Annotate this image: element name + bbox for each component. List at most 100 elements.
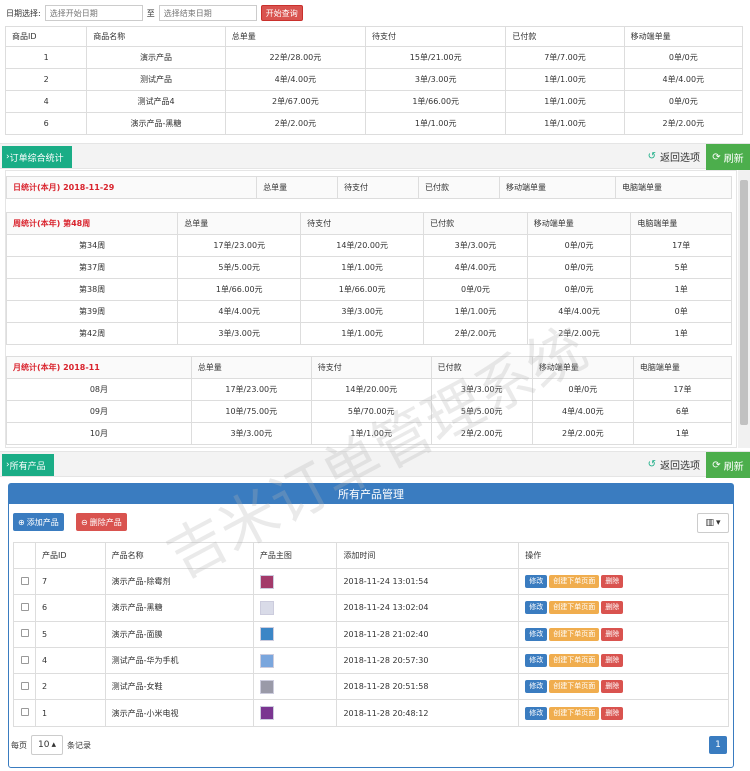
header-checkbox-cell [13, 542, 36, 569]
return-options-link-2[interactable]: ↺ 返回选项 [648, 457, 700, 472]
row-checkbox[interactable] [20, 629, 29, 638]
table-cell: 1单/66.00元 [300, 278, 425, 301]
column-header: 已付款 [423, 212, 528, 235]
product-image-cell [252, 699, 338, 727]
row-checkbox[interactable] [20, 602, 29, 611]
table-row: 6 演示产品-黑糖 2单/2.00元 1单/1.00元 1单/1.00元 2单/2.00元 [4, 112, 744, 135]
plus-icon: ⊕ [18, 517, 25, 527]
tab-order-stats-label: 订单综合统计 [9, 153, 64, 164]
table-cell: 0单/0元 [526, 256, 632, 279]
table-cell: 3单/3.00元 [423, 234, 528, 257]
query-button[interactable]: 开始查询 [260, 5, 303, 21]
tab-all-products[interactable]: › 所有产品 [2, 454, 54, 476]
table-cell: 演示产品 [86, 46, 226, 69]
actions-cell: 修改 创建下单页面 删除 [518, 594, 729, 622]
table-cell: 2单/2.00元 [423, 322, 528, 345]
caret-down-icon: ▾ [715, 518, 721, 528]
edit-button[interactable]: 修改 [525, 601, 548, 615]
end-date-input[interactable] [158, 5, 257, 21]
product-thumbnail[interactable] [259, 627, 274, 642]
product-added-time: 2018-11-28 20:48:12 [336, 699, 520, 727]
product-id: 4 [35, 646, 106, 675]
edit-button[interactable]: 修改 [525, 680, 548, 694]
delete-button[interactable]: 删除 [601, 627, 624, 641]
column-header: 添加时间 [336, 542, 520, 569]
period-title: 周统计(本年) 第48周 [5, 212, 179, 235]
page-number-button[interactable]: 1 [709, 736, 727, 754]
table-cell: 6单 [632, 400, 733, 423]
create-order-page-button[interactable]: 创建下单页面 [549, 627, 600, 641]
row-checkbox[interactable] [20, 655, 29, 664]
refresh-button[interactable]: ⟳ 刷新 [706, 144, 750, 170]
products-table: 产品ID 产品名称 产品主图 添加时间 操作 7 演示产品-除霉剂 2018-11-24 1… [13, 542, 729, 727]
table-row: 10月 3单/3.00元 1单/1.00元 2单/2.00元 2单/2.00元 1单 [6, 422, 733, 445]
delete-button[interactable]: 删除 [601, 575, 624, 589]
product-thumbnail[interactable] [259, 600, 274, 615]
date-separator: 至 [146, 8, 155, 18]
create-order-page-button[interactable]: 创建下单页面 [549, 654, 600, 668]
column-header: 待支付 [300, 212, 425, 235]
actions-cell: 修改 创建下单页面 删除 [518, 673, 729, 701]
add-product-label: 添加产品 [26, 517, 59, 527]
product-name: 演示产品-黑糖 [104, 594, 254, 622]
return-label: 返回选项 [660, 461, 700, 472]
table-cell: 1单 [630, 322, 732, 345]
table-row: 5 演示产品-面膜 2018-11-28 21:02:40 修改 创建下单页面 删除 [13, 620, 729, 648]
create-order-page-button[interactable]: 创建下单页面 [549, 706, 600, 720]
table-cell: 测试产品4 [86, 90, 226, 113]
product-id: 1 [35, 699, 106, 727]
edit-button[interactable]: 修改 [525, 654, 548, 668]
return-options-link[interactable]: ↺ 返回选项 [648, 149, 700, 164]
product-image-cell [252, 646, 338, 675]
page-size-select[interactable]: 10 ▴ [31, 735, 63, 755]
delete-button[interactable]: 删除 [601, 654, 624, 668]
columns-toggle-button[interactable]: ▥ ▾ [697, 513, 729, 533]
table-cell: 22单/28.00元 [224, 46, 367, 69]
product-added-time: 2018-11-24 13:01:54 [336, 567, 520, 596]
start-date-input[interactable] [44, 5, 143, 21]
table-cell: 2单/67.00元 [224, 90, 367, 113]
table-cell: 0单/0元 [623, 46, 744, 69]
actions-cell: 修改 创建下单页面 删除 [518, 567, 729, 596]
table-row: 第38周 1单/66.00元 1单/66.00元 0单/0元 0单/0元 1单 [5, 278, 732, 301]
refresh-button-2[interactable]: ⟳ 刷新 [706, 452, 750, 478]
row-checkbox[interactable] [20, 681, 29, 690]
return-label: 返回选项 [660, 153, 700, 164]
column-header: 已付款 [430, 356, 533, 379]
product-id: 7 [35, 567, 106, 596]
table-cell: 第42周 [5, 322, 179, 345]
create-order-page-button[interactable]: 创建下单页面 [549, 680, 600, 694]
actions-cell: 修改 创建下单页面 删除 [518, 620, 729, 648]
tab-order-stats[interactable]: › 订单综合统计 [2, 146, 72, 168]
add-product-button[interactable]: ⊕ 添加产品 [13, 513, 64, 531]
delete-button[interactable]: 删除 [601, 680, 624, 694]
create-order-page-button[interactable]: 创建下单页面 [549, 575, 600, 589]
product-thumbnail[interactable] [259, 679, 274, 694]
delete-product-button[interactable]: ⊖ 删除产品 [76, 513, 127, 531]
table-cell: 0单/0元 [526, 278, 632, 301]
edit-button[interactable]: 修改 [525, 706, 548, 720]
table-row: 08月 17单/23.00元 14单/20.00元 3单/3.00元 0单/0元 17单 [6, 378, 733, 401]
period-title: 日统计(本月) 2018-11-29 [5, 176, 258, 199]
row-checkbox[interactable] [20, 708, 29, 717]
create-order-page-button[interactable]: 创建下单页面 [549, 601, 600, 615]
table-cell: 1单/1.00元 [505, 68, 625, 91]
table-cell: 4单/4.00元 [526, 300, 632, 323]
table-row: 1 演示产品 22单/28.00元 15单/21.00元 7单/7.00元 0单/0元 [4, 46, 744, 69]
delete-button[interactable]: 删除 [601, 601, 624, 615]
product-thumbnail[interactable] [259, 706, 274, 721]
edit-button[interactable]: 修改 [525, 575, 548, 589]
product-id: 6 [35, 594, 106, 622]
row-checkbox[interactable] [20, 576, 29, 585]
delete-button[interactable]: 删除 [601, 706, 624, 720]
column-header: 产品名称 [104, 542, 254, 569]
product-thumbnail[interactable] [259, 574, 274, 589]
table-cell: 0单/0元 [623, 90, 744, 113]
row-checkbox-cell [13, 567, 36, 596]
table-cell: 1单/66.00元 [177, 278, 302, 301]
scrollbar-thumb[interactable] [740, 180, 748, 425]
product-thumbnail[interactable] [259, 653, 274, 668]
edit-button[interactable]: 修改 [525, 627, 548, 641]
product-added-time: 2018-11-28 21:02:40 [336, 620, 520, 648]
table-cell: 3单/3.00元 [190, 422, 312, 445]
